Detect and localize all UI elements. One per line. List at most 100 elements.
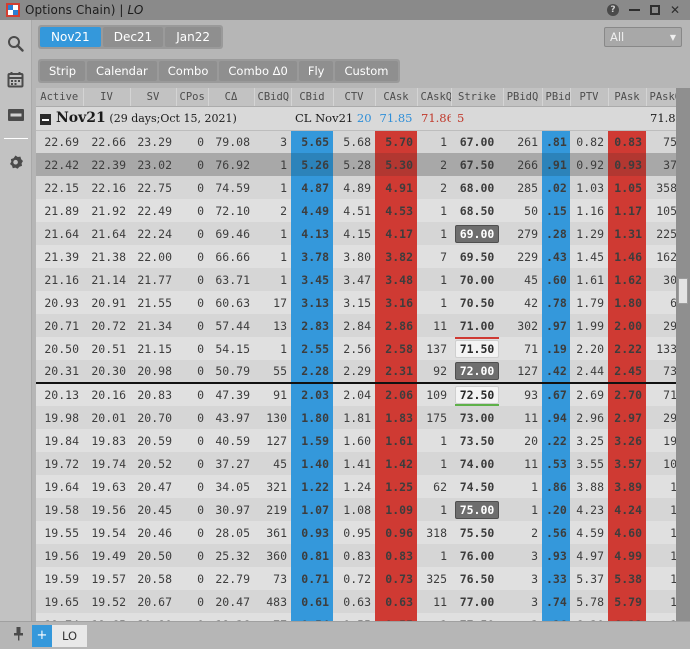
strike-row-cbid[interactable]: 4.13 [291, 222, 333, 245]
strike-row-iv[interactable]: 19.49 [83, 544, 130, 567]
strike-row-paskq[interactable]: 1 [646, 521, 676, 544]
strike-row-pbidq[interactable]: 50 [503, 199, 542, 222]
strike-row-pask[interactable]: 4.24 [608, 498, 646, 521]
strike-row-pask[interactable]: 5.38 [608, 567, 646, 590]
strike-row-pbidq[interactable]: 2 [503, 521, 542, 544]
collapse-toggle-icon[interactable] [40, 114, 51, 125]
strike-row-cask[interactable]: 5.70 [375, 130, 417, 153]
table-row[interactable]: 20.5020.5121.15054.1512.552.562.5813771.… [36, 337, 676, 360]
strike-row-strike[interactable]: 69.00 [451, 222, 503, 245]
strike-row-cdelta[interactable]: 37.27 [208, 452, 254, 475]
strike-row-pask[interactable]: 2.22 [608, 337, 646, 360]
strike-row-pask[interactable]: 1.80 [608, 291, 646, 314]
strike-row-pbid[interactable]: .67 [542, 383, 570, 406]
settings-gear-icon[interactable] [3, 147, 29, 177]
strike-row-cpos[interactable]: 0 [176, 245, 208, 268]
strike-row-pbid[interactable]: .81 [542, 130, 570, 153]
strike-row-caskq[interactable]: 2 [417, 176, 451, 199]
pin-icon[interactable] [4, 626, 32, 645]
strike-row-ptv[interactable]: 3.55 [570, 452, 608, 475]
strike-row-iv[interactable]: 19.83 [83, 429, 130, 452]
strike-row-pask[interactable]: 2.45 [608, 360, 646, 383]
strike-row-pask[interactable]: 5.79 [608, 590, 646, 613]
vertical-scrollbar[interactable] [676, 88, 690, 621]
strike-row-cask[interactable]: 2.86 [375, 314, 417, 337]
table-row[interactable]: 19.6519.5220.67020.474830.610.630.631177… [36, 590, 676, 613]
strike-row-cbidq[interactable]: 1 [254, 245, 291, 268]
strike-row-strike[interactable]: 67.00 [451, 130, 503, 153]
strike-row-cpos[interactable]: 0 [176, 337, 208, 360]
strike-row-iv[interactable]: 20.16 [83, 383, 130, 406]
strike-row-cbid[interactable]: 2.83 [291, 314, 333, 337]
strike-row-iv[interactable]: 19.74 [83, 452, 130, 475]
strike-row-ptv[interactable]: 1.45 [570, 245, 608, 268]
strike-row-cbid[interactable]: 2.03 [291, 383, 333, 406]
strike-row-cpos[interactable]: 0 [176, 429, 208, 452]
strike-row-active[interactable]: 22.42 [36, 153, 83, 176]
strike-row-caskq[interactable]: 1 [417, 222, 451, 245]
strike-row-sv[interactable]: 22.75 [130, 176, 176, 199]
strike-row-paskq[interactable]: 75 [646, 130, 676, 153]
strike-row-sv[interactable]: 20.52 [130, 452, 176, 475]
strike-row-ptv[interactable]: 1.16 [570, 199, 608, 222]
strike-row-active[interactable]: 20.31 [36, 360, 83, 383]
strike-row-iv[interactable]: 20.01 [83, 406, 130, 429]
strike-row-ptv[interactable]: 2.96 [570, 406, 608, 429]
col-header-pask[interactable]: PAsk [608, 88, 646, 106]
strategy-combo-delta0-button[interactable]: Combo Δ0 [219, 61, 296, 81]
strike-row-pask[interactable]: 1.62 [608, 268, 646, 291]
strike-row-ctv[interactable]: 3.47 [333, 268, 375, 291]
strike-row-sv[interactable]: 22.00 [130, 245, 176, 268]
strike-row-caskq[interactable]: 1 [417, 268, 451, 291]
strike-row-ptv[interactable]: 0.92 [570, 153, 608, 176]
strike-row-cdelta[interactable]: 18.36 [208, 613, 254, 621]
strike-row-caskq[interactable]: 1 [417, 199, 451, 222]
strike-row-active[interactable]: 19.56 [36, 544, 83, 567]
strike-row-caskq[interactable]: 109 [417, 383, 451, 406]
strike-row-cask[interactable]: 4.17 [375, 222, 417, 245]
strike-row-cdelta[interactable]: 40.59 [208, 429, 254, 452]
strike-row-pbidq[interactable]: 45 [503, 268, 542, 291]
strike-row-paskq[interactable]: 133 [646, 337, 676, 360]
strike-row-cbidq[interactable]: 130 [254, 406, 291, 429]
strike-row-pbid[interactable]: .42 [542, 360, 570, 383]
strike-row-ctv[interactable]: 0.55 [333, 613, 375, 621]
strike-row-cask[interactable]: 0.55 [375, 613, 417, 621]
strike-row-pask[interactable]: 3.57 [608, 452, 646, 475]
strike-row-paskq[interactable]: 105 [646, 199, 676, 222]
strike-row-cbidq[interactable]: 3 [254, 130, 291, 153]
strike-row-ctv[interactable]: 2.84 [333, 314, 375, 337]
strike-row-ctv[interactable]: 2.04 [333, 383, 375, 406]
strike-row-active[interactable]: 19.58 [36, 498, 83, 521]
col-header-cbidq[interactable]: CBidQ [254, 88, 291, 106]
strike-row-cask[interactable]: 0.83 [375, 544, 417, 567]
strike-row-caskq[interactable]: 1 [417, 544, 451, 567]
strike-row-ptv[interactable]: 5.37 [570, 567, 608, 590]
strike-row-iv[interactable]: 21.64 [83, 222, 130, 245]
strike-row-ctv[interactable]: 4.89 [333, 176, 375, 199]
strike-row-ctv[interactable]: 1.24 [333, 475, 375, 498]
strike-row-pbid[interactable]: .16 [542, 613, 570, 621]
col-header-cask[interactable]: CAsk [375, 88, 417, 106]
strike-row-active[interactable]: 19.98 [36, 406, 83, 429]
strike-row-cbid[interactable]: 0.81 [291, 544, 333, 567]
strike-row-ptv[interactable]: 2.20 [570, 337, 608, 360]
strike-row-pask[interactable]: 1.05 [608, 176, 646, 199]
strike-row-pbid[interactable]: .78 [542, 291, 570, 314]
strike-row-cpos[interactable]: 0 [176, 521, 208, 544]
strike-row-ptv[interactable]: 1.03 [570, 176, 608, 199]
strike-row-sv[interactable]: 20.98 [130, 360, 176, 383]
strike-row-caskq[interactable]: 1 [417, 613, 451, 621]
maximize-icon[interactable] [650, 5, 660, 15]
strike-row-paskq[interactable]: 29 [646, 406, 676, 429]
strike-row-cbidq[interactable]: 1 [254, 153, 291, 176]
col-header-cbid[interactable]: CBid [291, 88, 333, 106]
strike-row-pask[interactable]: 1.46 [608, 245, 646, 268]
strike-row-pbid[interactable]: .43 [542, 245, 570, 268]
strike-row-strike[interactable]: 70.50 [451, 291, 503, 314]
strike-row-active[interactable]: 22.69 [36, 130, 83, 153]
strike-row-cpos[interactable]: 0 [176, 130, 208, 153]
col-header-pbidq[interactable]: PBidQ [503, 88, 542, 106]
strike-row-pbid[interactable]: .60 [542, 268, 570, 291]
strike-row-strike[interactable]: 68.00 [451, 176, 503, 199]
